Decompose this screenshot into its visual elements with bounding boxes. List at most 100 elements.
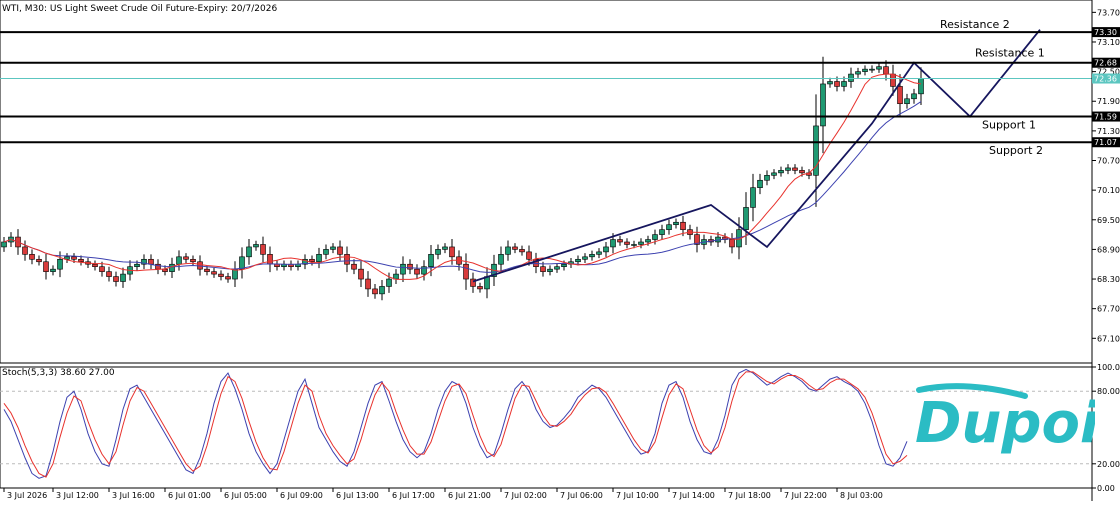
candle[interactable] <box>890 73 896 87</box>
candle[interactable] <box>498 254 504 265</box>
candle[interactable] <box>211 271 217 275</box>
candle[interactable] <box>218 273 224 277</box>
candle[interactable] <box>757 179 763 188</box>
candle[interactable] <box>876 66 882 70</box>
candle[interactable] <box>911 93 917 100</box>
candle[interactable] <box>617 239 623 243</box>
candle[interactable] <box>169 263 175 272</box>
candle[interactable] <box>799 170 805 174</box>
candle[interactable] <box>624 241 630 245</box>
candle[interactable] <box>547 268 553 272</box>
candle[interactable] <box>337 246 343 255</box>
candle[interactable] <box>904 98 910 105</box>
candle[interactable] <box>330 246 336 250</box>
candle[interactable] <box>631 244 637 246</box>
candle[interactable] <box>540 266 546 272</box>
candle[interactable] <box>204 268 210 272</box>
candle[interactable] <box>50 268 56 272</box>
candle[interactable] <box>232 268 238 280</box>
candle[interactable] <box>582 256 588 260</box>
candle[interactable] <box>253 244 259 248</box>
candle[interactable] <box>743 207 749 230</box>
candle[interactable] <box>78 258 84 263</box>
candle[interactable] <box>834 81 840 87</box>
candle[interactable] <box>862 68 868 72</box>
candle[interactable] <box>554 266 560 270</box>
candle[interactable] <box>652 234 658 240</box>
candle[interactable] <box>505 246 511 255</box>
candle[interactable] <box>309 258 315 263</box>
candle[interactable] <box>134 263 140 267</box>
trading-chart[interactable]: Resistance 2 Resistance 1 Support 1 Support… <box>0 0 1120 501</box>
candle[interactable] <box>561 263 567 267</box>
candle[interactable] <box>869 68 875 71</box>
candle[interactable] <box>92 263 98 267</box>
candle[interactable] <box>246 246 252 258</box>
candle[interactable] <box>575 258 581 263</box>
candle[interactable] <box>771 172 777 176</box>
candle[interactable] <box>778 170 784 174</box>
candle[interactable] <box>435 249 441 255</box>
candle[interactable] <box>106 271 112 277</box>
candle[interactable] <box>183 256 189 260</box>
candle[interactable] <box>316 254 322 263</box>
candle[interactable] <box>680 221 686 230</box>
candle[interactable] <box>414 268 420 275</box>
candle[interactable] <box>239 256 245 270</box>
candle[interactable] <box>176 256 182 265</box>
candle[interactable] <box>792 167 798 171</box>
candle[interactable] <box>918 78 924 95</box>
candle[interactable] <box>267 254 273 265</box>
candle[interactable] <box>645 239 651 243</box>
candle[interactable] <box>120 273 126 282</box>
candle[interactable] <box>785 167 791 171</box>
candle[interactable] <box>729 239 735 248</box>
candle[interactable] <box>260 244 266 255</box>
candle[interactable] <box>449 246 455 258</box>
candle[interactable] <box>22 246 28 255</box>
candle[interactable] <box>764 175 770 181</box>
candle[interactable] <box>428 254 434 267</box>
candle[interactable] <box>372 288 378 295</box>
candle[interactable] <box>610 239 616 248</box>
candle[interactable] <box>113 276 119 282</box>
candle[interactable] <box>673 221 679 226</box>
candle[interactable] <box>897 86 903 105</box>
candle[interactable] <box>512 246 518 250</box>
price-pane[interactable]: Resistance 2 Resistance 1 Support 1 Support… <box>0 0 1093 364</box>
candle[interactable] <box>225 276 231 280</box>
candle[interactable] <box>36 258 42 263</box>
candle[interactable] <box>344 254 350 265</box>
candle[interactable] <box>820 83 826 127</box>
candle[interactable] <box>351 263 357 270</box>
candle[interactable] <box>659 229 665 235</box>
candle[interactable] <box>883 66 889 75</box>
candle[interactable] <box>323 249 329 255</box>
candle[interactable] <box>477 286 483 290</box>
candle[interactable] <box>43 261 49 272</box>
candle[interactable] <box>666 224 672 230</box>
candle[interactable] <box>148 258 154 265</box>
candle[interactable] <box>407 263 413 270</box>
candle[interactable] <box>827 81 833 85</box>
candle[interactable] <box>379 286 385 295</box>
candle[interactable] <box>162 268 168 272</box>
candle[interactable] <box>1 241 7 248</box>
candle[interactable] <box>526 251 532 260</box>
candle[interactable] <box>589 254 595 258</box>
candle[interactable] <box>400 263 406 275</box>
candle[interactable] <box>519 249 525 253</box>
candle[interactable] <box>71 256 77 260</box>
candle[interactable] <box>603 246 609 253</box>
candle[interactable] <box>386 278 392 287</box>
candle[interactable] <box>29 254 35 260</box>
candle[interactable] <box>841 81 847 87</box>
candle[interactable] <box>855 71 861 75</box>
candle[interactable] <box>442 246 448 250</box>
candle[interactable] <box>596 251 602 255</box>
candle[interactable] <box>190 258 196 263</box>
candle[interactable] <box>57 258 63 270</box>
candle[interactable] <box>463 263 469 280</box>
candle[interactable] <box>99 266 105 272</box>
candle[interactable] <box>274 263 280 267</box>
